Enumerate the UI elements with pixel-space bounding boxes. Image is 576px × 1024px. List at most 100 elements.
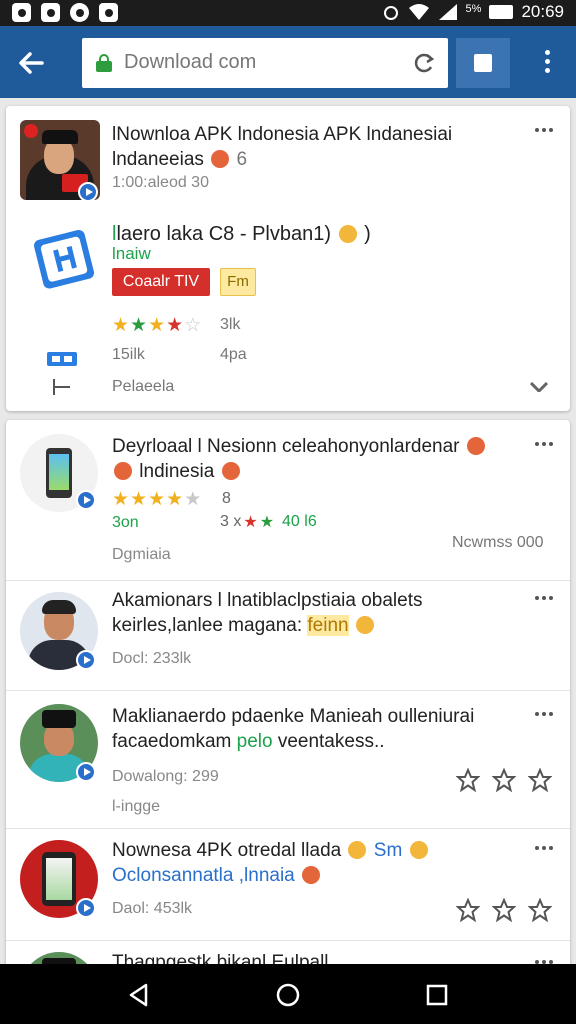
card-footer-label: Pelaeela xyxy=(112,378,175,395)
nav-home-icon[interactable] xyxy=(275,982,301,1008)
stat-left: 15ilk xyxy=(112,346,145,363)
back-arrow-icon[interactable] xyxy=(14,46,48,80)
emoji-icon xyxy=(302,866,321,884)
play-badge-icon xyxy=(78,182,98,202)
item-title-line2a: facaedomkam xyxy=(112,731,232,752)
emoji-icon xyxy=(466,437,485,455)
lock-icon xyxy=(96,54,112,72)
featured-meta: 1:00:aleod 30 xyxy=(112,174,209,191)
rating-count: 8 xyxy=(222,490,231,507)
rating-stars: ★ ★ ★ ★ ★ xyxy=(112,489,202,510)
item-subtitle: Daol: 453lk xyxy=(112,900,193,917)
item-title-line2: Oclonsannatla ,lnnaia xyxy=(112,865,295,886)
item-downloads: Dowalong: 299 xyxy=(112,768,219,785)
tag-chip[interactable]: Fm xyxy=(220,268,256,296)
divider xyxy=(6,580,570,581)
stat-right: 4pa xyxy=(220,346,247,363)
play-badge-icon xyxy=(76,762,96,782)
app-title-suffix: ) xyxy=(364,223,371,245)
alarm-icon xyxy=(383,6,398,20)
item-title[interactable]: Nownesa 4PK otredal llada Sm Oclonsannat… xyxy=(112,838,532,888)
stat-green-right: 40 l6 xyxy=(282,513,317,530)
browser-toolbar: Download com xyxy=(0,26,576,98)
star-outline-icon[interactable] xyxy=(456,898,480,922)
clock: 20:69 xyxy=(521,2,564,21)
settings-notification-icon xyxy=(70,3,89,22)
battery-percent: 5% xyxy=(465,3,482,15)
more-options-icon[interactable] xyxy=(532,846,556,856)
more-options-icon[interactable] xyxy=(532,596,556,606)
divider xyxy=(6,690,570,691)
url-text[interactable]: Download com xyxy=(124,51,256,74)
item-title-line2: lndinesia xyxy=(139,461,215,482)
featured-title-line2: lndaneeias xyxy=(112,149,204,170)
more-options-icon[interactable] xyxy=(532,128,556,138)
system-nav-bar xyxy=(0,964,576,1024)
download-stat-icon xyxy=(47,352,77,366)
results-list: Deyrloaal l Nesionn celeahonyonlardenar … xyxy=(6,420,570,980)
item-title-suffix: Sm xyxy=(373,840,403,861)
star-outline-icon[interactable] xyxy=(492,768,516,792)
stat-prefix: 3 x xyxy=(220,513,242,530)
divider xyxy=(6,940,570,941)
item-title-highlight: feinn xyxy=(307,615,349,636)
featured-title-line1: lNownloa APK lndonesia APK lndanesiai xyxy=(112,124,453,145)
tab-switcher-button[interactable] xyxy=(456,38,510,88)
item-subtitle: l-ingge xyxy=(112,798,161,815)
item-title-line1: Deyrloaal l Nesionn celeahonyonlardenar xyxy=(112,436,460,457)
item-title-line1: Akamionars l lnatiblaclpstiaia obalets xyxy=(112,590,423,611)
item-title-line2b: pelo xyxy=(236,731,273,752)
stat-green-left: 3on xyxy=(112,514,139,531)
battery-icon xyxy=(489,5,514,19)
item-title-line1: Nownesa 4PK otredal llada xyxy=(112,840,342,861)
emoji-icon xyxy=(211,150,230,168)
play-badge-icon xyxy=(76,898,96,918)
item-subtitle: Dgmiaia xyxy=(112,546,171,563)
overflow-menu-icon[interactable] xyxy=(538,50,556,76)
wifi-icon xyxy=(408,4,429,20)
star-outline-icon[interactable] xyxy=(528,768,552,792)
rating-count: 3lk xyxy=(220,316,241,333)
item-title[interactable]: Deyrloaal l Nesionn celeahonyonlardenar … xyxy=(112,434,532,484)
featured-title-suffix: 6 xyxy=(236,149,248,170)
rating-stars: ★ ★ ★ ★ ☆ xyxy=(112,315,202,336)
category-icon xyxy=(53,379,70,395)
stat-rating-row: 3 x ★ ★ 40 l6 xyxy=(220,513,317,531)
featured-title[interactable]: lNownloa APK lndonesia APK lndanesiai ln… xyxy=(112,122,532,172)
more-options-icon[interactable] xyxy=(532,442,556,452)
app-title-text: laero laka C8 - Plvban1) xyxy=(116,223,332,245)
emoji-icon xyxy=(221,462,240,480)
divider xyxy=(6,828,570,829)
nav-back-icon[interactable] xyxy=(126,982,152,1008)
item-title-line1: Maklianaerdo pdaenke Manieah oulleniurai xyxy=(112,706,475,727)
star-outline-icon[interactable] xyxy=(528,898,552,922)
star-outline-icon[interactable] xyxy=(492,898,516,922)
reload-icon[interactable] xyxy=(412,51,436,75)
featured-card[interactable]: lNownloa APK lndonesia APK lndanesiai ln… xyxy=(6,106,570,411)
apk-app-icon[interactable] xyxy=(28,228,102,300)
emoji-icon xyxy=(348,841,367,859)
item-title[interactable]: Maklianaerdo pdaenke Manieah oulleniurai… xyxy=(112,704,532,754)
item-title-line2c: veentakess.. xyxy=(277,731,385,752)
item-right-meta: Ncwmss 000 xyxy=(452,534,544,551)
emoji-icon xyxy=(409,841,428,859)
item-title[interactable]: Akamionars l lnatiblaclpstiaia obalets k… xyxy=(112,588,532,638)
category-chip[interactable]: Coaalr TIV xyxy=(112,268,210,296)
play-badge-icon xyxy=(76,490,96,510)
tab-square-icon xyxy=(474,54,492,72)
more-options-icon[interactable] xyxy=(532,712,556,722)
signal-icon xyxy=(438,4,457,20)
play-badge-icon xyxy=(76,650,96,670)
star-outline-icon[interactable] xyxy=(456,768,480,792)
item-subtitle: Docl: 233lk xyxy=(112,650,192,667)
chevron-down-icon[interactable] xyxy=(530,382,548,392)
notification-icon xyxy=(12,3,31,22)
download-notification-icon xyxy=(99,3,118,22)
item-title-line2: keirles,lanlee magana: xyxy=(112,615,303,636)
url-bar[interactable]: Download com xyxy=(82,38,448,88)
status-bar: 5% 20:69 xyxy=(0,0,576,26)
nav-recents-icon[interactable] xyxy=(424,982,450,1008)
photo-notification-icon xyxy=(41,3,60,22)
emoji-icon xyxy=(114,462,132,480)
app-subtitle: lnaiw xyxy=(112,244,151,263)
